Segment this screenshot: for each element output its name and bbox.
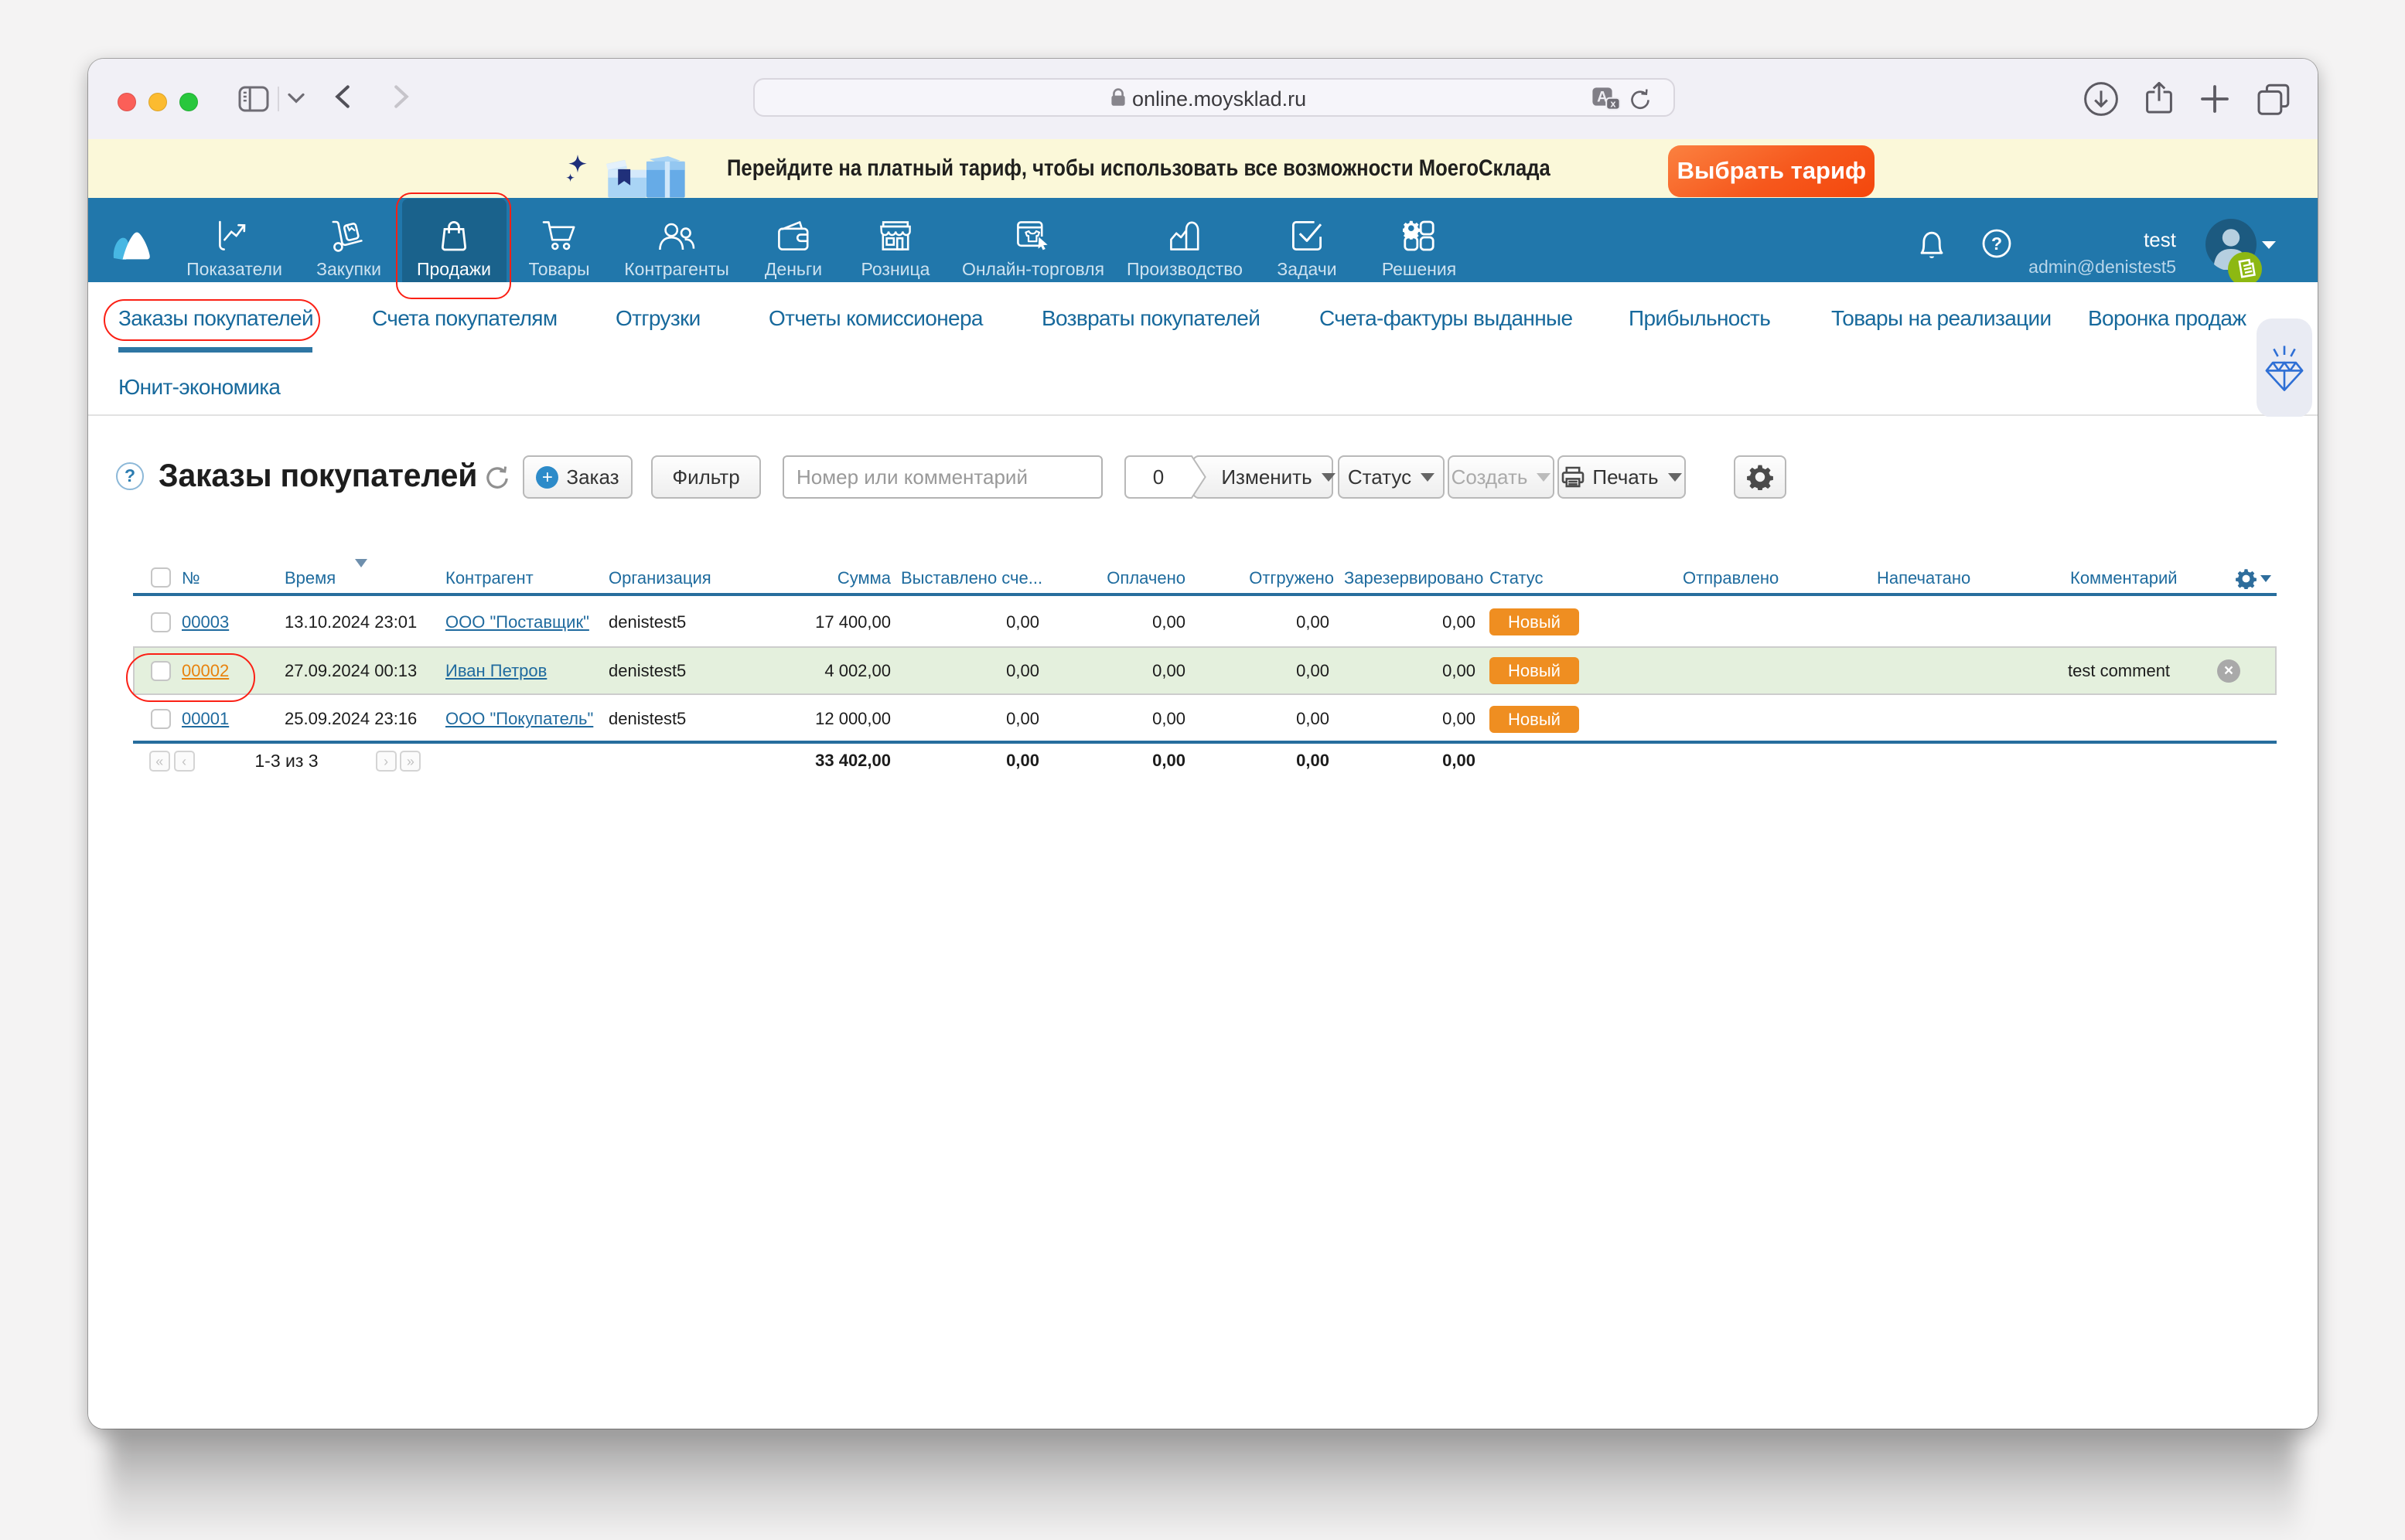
svg-text:0: 0	[1153, 465, 1164, 489]
svg-text:?: ?	[1991, 233, 2002, 254]
svg-text:x: x	[1610, 98, 1616, 110]
